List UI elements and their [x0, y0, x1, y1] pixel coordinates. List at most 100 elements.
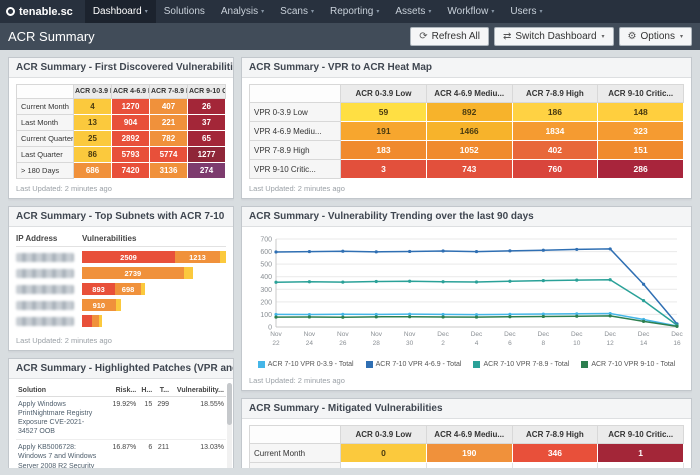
bar-segment[interactable]: 1213 — [175, 251, 220, 263]
top-nav: tenable.sc Dashboard ▾ Solutions Analysis ▾ S… — [0, 0, 700, 23]
value-cell[interactable]: 1834 — [511, 121, 599, 141]
value-cell[interactable]: 13 — [73, 114, 112, 131]
value-cell[interactable]: 3 — [340, 159, 427, 179]
value-cell[interactable]: 686 — [73, 162, 112, 179]
value-cell[interactable]: 0 — [340, 443, 427, 463]
value-cell[interactable]: 148 — [597, 102, 684, 122]
vulnerability-bar[interactable] — [82, 315, 226, 327]
bar-segment[interactable] — [115, 299, 121, 311]
value-cell[interactable]: 25 — [73, 130, 112, 147]
value-cell[interactable]: 402 — [511, 140, 599, 160]
value-cell[interactable]: 151 — [597, 140, 684, 160]
ip-address-column-header: IP Address — [16, 234, 58, 243]
solution-cell[interactable]: Apply KB5006728: Windows 7 and Windows S… — [16, 439, 109, 468]
value-cell[interactable]: 3136 — [149, 162, 188, 179]
value-cell[interactable]: 7420 — [111, 162, 150, 179]
value-cell[interactable]: 4 — [73, 98, 112, 115]
value-cell[interactable]: 1277 — [187, 146, 226, 163]
value-cell[interactable]: 221 — [149, 114, 188, 131]
value-cell[interactable]: 0 — [425, 462, 513, 468]
vulnerability-bar[interactable]: 2739 — [82, 267, 226, 279]
legend-item[interactable]: ACR 7-10 VPR 4-6.9 - Total — [365, 361, 462, 368]
value-cell[interactable]: 346 — [511, 443, 599, 463]
bar-segment[interactable] — [183, 267, 194, 279]
legend-item[interactable]: ACR 7-10 VPR 0-3.9 - Total — [257, 361, 354, 368]
nav-item-assets[interactable]: Assets ▾ — [387, 0, 439, 23]
row-label: > 180 Days — [16, 162, 74, 179]
vulnerability-bar[interactable]: 2509 1213 — [82, 251, 226, 263]
bar-segment[interactable]: 2509 — [82, 251, 176, 263]
value-cell[interactable]: 1052 — [425, 140, 513, 160]
scrollbar[interactable] — [227, 383, 232, 468]
column-header: ACR 9-10 Criti... — [187, 84, 226, 99]
last-updated-text: Last Updated: 2 minutes ago — [249, 376, 345, 385]
bar-segment[interactable]: 893 — [82, 283, 116, 295]
nav-item-users[interactable]: Users ▾ — [502, 0, 550, 23]
bar-segment[interactable]: 2739 — [82, 267, 184, 279]
value-cell[interactable]: 1466 — [425, 121, 513, 141]
value-cell[interactable]: 0 — [511, 462, 599, 468]
legend-item[interactable]: ACR 7-10 VPR 9-10 - Total — [581, 361, 675, 368]
value-cell[interactable]: 1 — [597, 443, 684, 463]
column-header: ACR 7-8.9 High — [149, 84, 188, 99]
bar-segment[interactable]: 910 — [82, 299, 116, 311]
value-cell[interactable]: 86 — [73, 146, 112, 163]
value-cell[interactable]: 407 — [149, 98, 188, 115]
scrollbar-thumb[interactable] — [227, 383, 232, 425]
panel-top-subnets: ACR Summary - Top Subnets with ACR 7-10 … — [8, 206, 234, 351]
value-cell[interactable]: 892 — [425, 102, 513, 122]
value-cell[interactable]: 323 — [597, 121, 684, 141]
nav-item-reporting[interactable]: Reporting ▾ — [322, 0, 387, 23]
nav-item-dashboard[interactable]: Dashboard ▾ — [84, 0, 156, 23]
value-cell[interactable]: 191 — [340, 121, 427, 141]
value-cell[interactable]: 5793 — [111, 146, 150, 163]
bar-segment[interactable] — [141, 283, 146, 295]
heat-table: ACR 0-3.9 Low ACR 4-6.9 Mediu... ACR 7-8.9… — [248, 84, 684, 179]
value-cell[interactable]: 0 — [597, 462, 684, 468]
options-button[interactable]: ⚙ Options ▾ — [618, 27, 692, 46]
refresh-all-button[interactable]: ⟳ Refresh All — [410, 27, 489, 46]
panel-vulnerability-trending: ACR Summary - Vulnerability Trending ove… — [241, 206, 692, 391]
subnet-row: 893 698 — [16, 283, 226, 295]
last-updated-text: Last Updated: 2 minutes ago — [16, 336, 112, 345]
bar-segment[interactable] — [92, 315, 99, 327]
value-cell[interactable]: 190 — [425, 443, 513, 463]
data-point — [541, 248, 545, 252]
nav-item-solutions[interactable]: Solutions — [156, 0, 213, 23]
ip-address-redacted — [16, 252, 74, 262]
caret-down-icon: ▾ — [539, 9, 543, 15]
legend-label: ACR 7-10 VPR 4-6.9 - Total — [375, 361, 462, 368]
value-cell[interactable]: 186 — [511, 102, 599, 122]
bar-segment[interactable]: 698 — [115, 283, 142, 295]
switch-dashboard-button[interactable]: ⇄ Switch Dashboard ▾ — [493, 27, 614, 46]
value-cell[interactable]: 5774 — [149, 146, 188, 163]
nav-item-workflow[interactable]: Workflow ▾ — [439, 0, 502, 23]
value-cell[interactable]: 782 — [149, 130, 188, 147]
value-cell[interactable]: 65 — [187, 130, 226, 147]
value-cell[interactable]: 2892 — [111, 130, 150, 147]
value-cell[interactable]: 904 — [111, 114, 150, 131]
nav-item-analysis[interactable]: Analysis ▾ — [213, 0, 272, 23]
value-cell[interactable]: 37 — [187, 114, 226, 131]
vulnerability-bar[interactable]: 893 698 — [82, 283, 226, 295]
nav-item-scans[interactable]: Scans ▾ — [272, 0, 322, 23]
value-cell[interactable]: 59 — [340, 102, 427, 122]
caret-down-icon: ▾ — [428, 9, 432, 15]
brand-logo[interactable]: tenable.sc — [6, 6, 73, 18]
value-cell[interactable]: 274 — [187, 162, 226, 179]
value-cell[interactable]: 26 — [187, 98, 226, 115]
solution-cell[interactable]: Apply Windows PrintNightmare Registry Ex… — [16, 396, 109, 441]
data-point — [408, 249, 412, 254]
value-cell[interactable]: 743 — [425, 159, 513, 179]
vulnerability-bar[interactable]: 910 — [82, 299, 226, 311]
value-cell[interactable]: 183 — [340, 140, 427, 160]
legend-item[interactable]: ACR 7-10 VPR 7-8.9 - Total — [473, 361, 569, 368]
value-cell[interactable]: 1270 — [111, 98, 150, 115]
bar-segment[interactable] — [98, 315, 102, 327]
bar-segment[interactable] — [82, 315, 93, 327]
value-cell[interactable]: 760 — [511, 159, 599, 179]
value-cell[interactable]: 0 — [340, 462, 427, 468]
right-column: ACR Summary - VPR to ACR Heat Map ACR 0-… — [241, 57, 692, 468]
bar-segment[interactable] — [219, 251, 226, 263]
value-cell[interactable]: 286 — [597, 159, 684, 179]
